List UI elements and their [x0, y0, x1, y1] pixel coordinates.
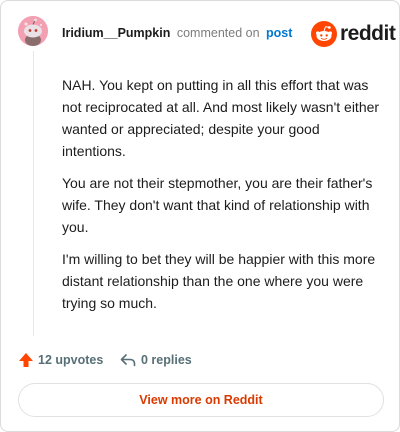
reddit-logo-icon — [311, 21, 337, 47]
username[interactable]: Iridium__Pumpkin — [62, 26, 170, 40]
post-link[interactable]: post — [266, 26, 292, 40]
commented-on-label: commented on — [176, 26, 260, 40]
reddit-wordmark: reddit — [340, 22, 396, 45]
reply-icon — [120, 354, 136, 367]
avatar-snoo-icon — [18, 16, 48, 46]
upvote-count: 12 upvotes — [38, 353, 104, 367]
upvote-icon — [19, 353, 33, 367]
comment-paragraph: You are not their stepmother, you are th… — [62, 175, 373, 235]
comment-body: NAH. You kept on putting in all this eff… — [62, 74, 382, 324]
thread-line — [33, 51, 34, 336]
comment-paragraph: NAH. You kept on putting in all this eff… — [62, 77, 380, 159]
comment-header: Iridium__Pumpkin commented on post — [62, 26, 292, 40]
reply-button[interactable]: 0 replies — [120, 350, 192, 370]
comment-paragraph: I'm willing to bet they will be happier … — [62, 251, 376, 311]
reddit-logo[interactable]: reddit — [311, 21, 396, 47]
reply-count: 0 replies — [141, 353, 192, 367]
upvote-button[interactable]: 12 upvotes — [18, 350, 103, 370]
embedded-comment-card: Iridium__Pumpkin commented on post reddi… — [0, 0, 400, 432]
view-more-on-reddit-button[interactable]: View more on Reddit — [18, 383, 384, 417]
avatar[interactable] — [18, 16, 48, 46]
